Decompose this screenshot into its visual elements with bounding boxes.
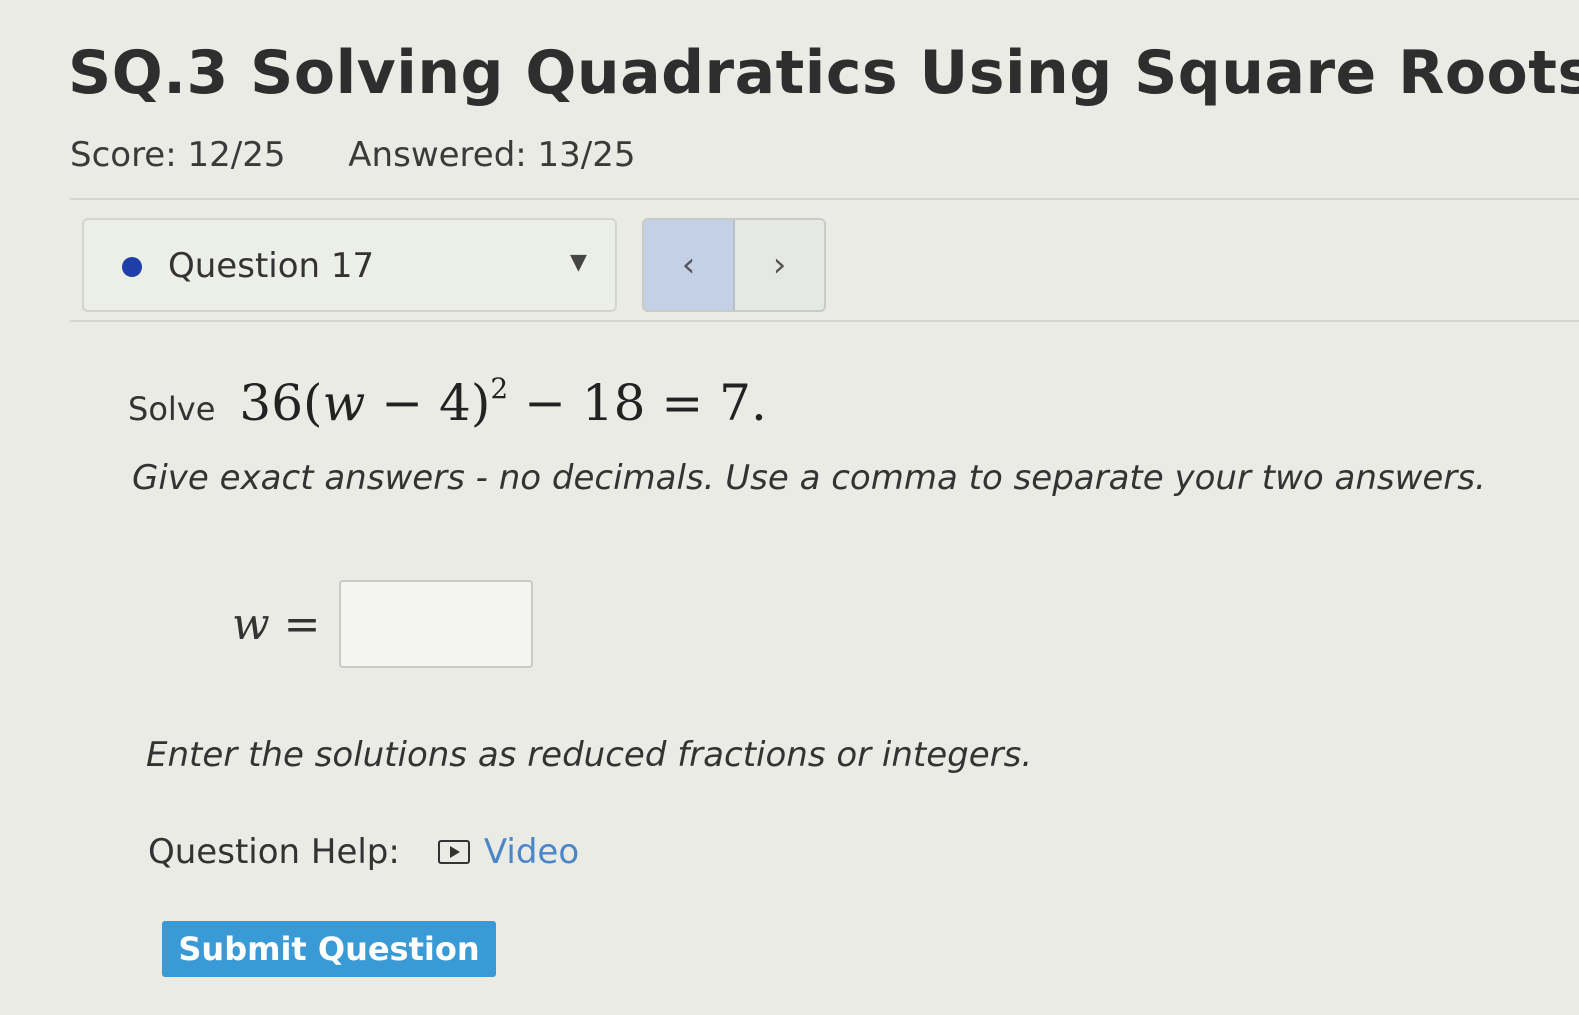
equation-coefficient: 36 (239, 374, 304, 432)
question-nav: ‹ › (642, 218, 826, 312)
answer-label: w = (232, 598, 321, 650)
submit-question-button[interactable]: Submit Question (162, 921, 496, 977)
answered-text: Answered: 13/25 (348, 135, 636, 175)
equation-rest: − 18 = 7 (508, 374, 751, 432)
next-question-button[interactable]: › (735, 220, 824, 310)
divider-top (70, 198, 1579, 200)
equation-open-paren: ( (303, 374, 323, 432)
divider-bottom (70, 320, 1579, 322)
question-help: Question Help: Video (148, 832, 579, 872)
caret-down-icon: ▼ (570, 250, 587, 275)
equation: 36(w − 4)2 − 18 = 7. (239, 372, 767, 432)
question-status-dot (122, 257, 142, 277)
solve-label: Solve (128, 390, 216, 428)
question-select[interactable]: Question 17 ▼ (82, 218, 617, 312)
video-link[interactable]: Video (484, 832, 579, 872)
equation-exponent: 2 (490, 372, 509, 405)
instruction-text: Give exact answers - no decimals. Use a … (132, 458, 1486, 498)
score-text: Score: 12/25 (70, 135, 286, 175)
question-select-label: Question 17 (168, 246, 375, 286)
previous-question-button[interactable]: ‹ (644, 220, 735, 310)
equation-period: . (751, 374, 767, 432)
score-line: Score: 12/25 Answered: 13/25 (70, 135, 688, 175)
equation-variable: w (322, 374, 366, 432)
answer-input[interactable] (338, 580, 533, 668)
video-icon[interactable] (437, 840, 470, 864)
problem-statement: Solve 36(w − 4)2 − 18 = 7. (128, 372, 767, 432)
question-help-label: Question Help: (148, 832, 400, 872)
assignment-title: SQ.3 Solving Quadratics Using Square Roo… (68, 38, 1579, 108)
answer-row: w = (232, 580, 533, 668)
equation-inner: − 4) (365, 374, 491, 432)
hint-text: Enter the solutions as reduced fractions… (146, 735, 1033, 775)
